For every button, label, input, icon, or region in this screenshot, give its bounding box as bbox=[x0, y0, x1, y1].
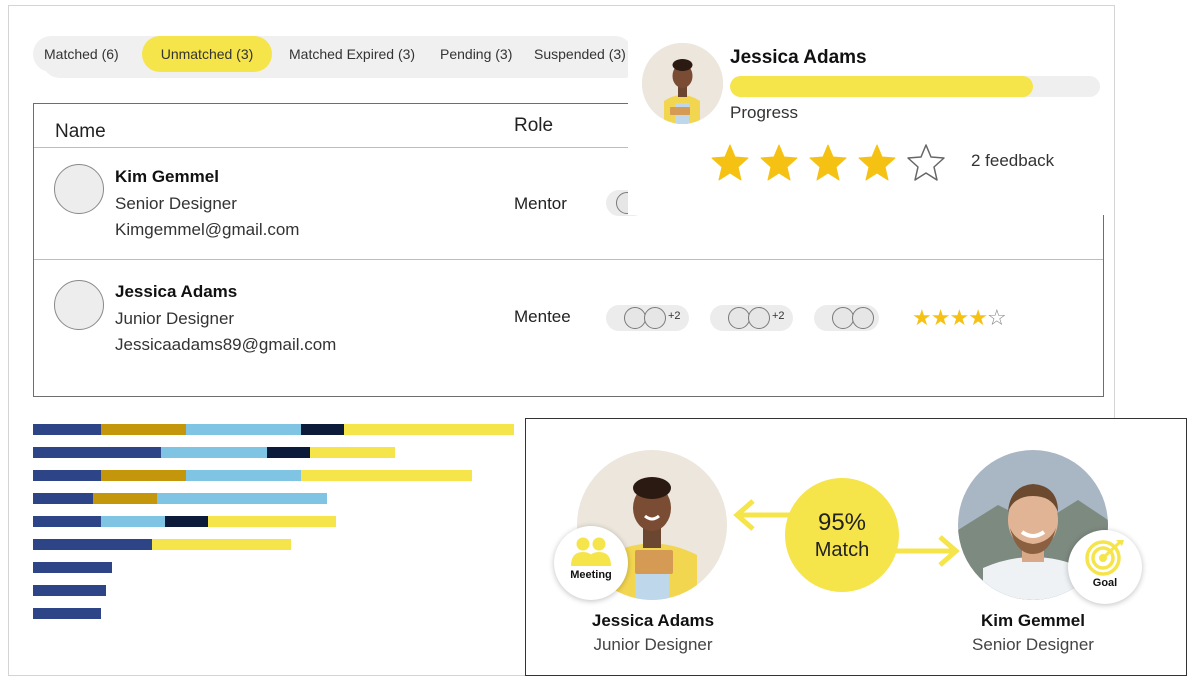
bar-segment bbox=[301, 470, 472, 481]
user-email: Jessicaadams89@gmail.com bbox=[115, 335, 337, 354]
target-icon bbox=[1085, 540, 1124, 576]
bar-segment bbox=[33, 424, 101, 435]
status-tab-bar: Matched (6) Unmatched (3) Matched Expire… bbox=[33, 36, 633, 72]
bar-segment bbox=[33, 493, 93, 504]
bar-segment bbox=[101, 516, 165, 527]
rating-stars: ★★★★☆ bbox=[912, 305, 1007, 331]
user-title: Senior Designer bbox=[115, 194, 237, 213]
mentor-name[interactable]: Kim Gemmel bbox=[933, 611, 1133, 631]
mentee-role: Junior Designer bbox=[593, 635, 713, 654]
bar-segment bbox=[186, 424, 301, 435]
star-filled-icon: ★ bbox=[912, 305, 932, 330]
match-percent: 95% bbox=[817, 509, 867, 536]
avatar-group[interactable]: +2 bbox=[606, 305, 689, 331]
match-label: Match bbox=[814, 539, 870, 561]
bar-segment bbox=[344, 424, 514, 435]
bar-segment bbox=[93, 493, 157, 504]
avatar bbox=[54, 280, 104, 330]
bar-segment bbox=[267, 447, 310, 458]
mini-avatar bbox=[832, 307, 854, 329]
bar-segment bbox=[161, 447, 267, 458]
bar-segment bbox=[186, 470, 301, 481]
profile-name: Jessica Adams bbox=[730, 47, 867, 68]
goal-label: Goal bbox=[1092, 577, 1118, 589]
bar-segment bbox=[33, 516, 101, 527]
user-role: Mentor bbox=[514, 194, 567, 213]
progress-bar bbox=[730, 76, 1100, 97]
bar-segment bbox=[33, 585, 106, 596]
bar-segment bbox=[33, 447, 161, 458]
bar-segment bbox=[101, 470, 186, 481]
profile-popup: Jessica Adams Progress 2 feedback bbox=[628, 33, 1112, 215]
star-filled-icon bbox=[858, 144, 896, 181]
bar-segment bbox=[310, 447, 395, 458]
arrow-right-icon bbox=[892, 535, 960, 567]
mini-avatar bbox=[852, 307, 874, 329]
bar-segment bbox=[33, 562, 112, 573]
user-name[interactable]: Jessica Adams bbox=[115, 282, 237, 302]
bar-segment bbox=[101, 424, 186, 435]
goal-badge[interactable]: Goal bbox=[1068, 530, 1142, 604]
user-role: Mentee bbox=[514, 307, 571, 326]
star-empty-icon: ☆ bbox=[986, 305, 1007, 330]
star-filled-icon bbox=[711, 144, 749, 181]
mini-avatar bbox=[644, 307, 666, 329]
mentee-name[interactable]: Jessica Adams bbox=[553, 611, 753, 631]
more-count: +2 bbox=[668, 310, 681, 322]
avatar-group[interactable]: +2 bbox=[710, 305, 793, 331]
user-name[interactable]: Kim Gemmel bbox=[115, 167, 219, 187]
tab-matched-expired[interactable]: Matched Expired (3) bbox=[289, 36, 415, 72]
tab-matched[interactable]: Matched (6) bbox=[44, 36, 119, 72]
tab-pending[interactable]: Pending (3) bbox=[440, 36, 512, 72]
mini-avatar bbox=[728, 307, 750, 329]
progress-label: Progress bbox=[730, 103, 799, 122]
mini-avatar bbox=[624, 307, 646, 329]
progress-fill bbox=[730, 76, 1034, 97]
star-filled-icon bbox=[760, 144, 798, 181]
avatar-group[interactable] bbox=[814, 305, 879, 331]
mini-avatar bbox=[748, 307, 770, 329]
profile-photo bbox=[642, 43, 723, 124]
meeting-label: Meeting bbox=[570, 569, 612, 581]
bar-segment bbox=[157, 493, 327, 504]
star-empty-icon bbox=[907, 144, 945, 181]
bar-segment bbox=[208, 516, 336, 527]
stacked-bar-chart bbox=[33, 424, 523, 624]
bar-segment bbox=[33, 470, 101, 481]
bar-segment bbox=[33, 539, 152, 550]
star-filled-icon: ★ bbox=[949, 305, 969, 330]
header-name: Name bbox=[55, 121, 106, 142]
mentor-role: Senior Designer bbox=[972, 635, 1094, 654]
bar-segment bbox=[152, 539, 291, 550]
user-title: Junior Designer bbox=[115, 309, 235, 328]
bar-segment bbox=[33, 608, 101, 619]
people-icon bbox=[571, 537, 611, 566]
more-count: +2 bbox=[772, 310, 785, 322]
star-filled-icon: ★ bbox=[968, 305, 988, 330]
star-filled-icon bbox=[809, 144, 847, 181]
match-score: 95% Match bbox=[785, 478, 899, 592]
feedback-count[interactable]: 2 feedback bbox=[971, 151, 1054, 171]
bar-segment bbox=[165, 516, 208, 527]
row-divider bbox=[34, 259, 1103, 260]
avatar bbox=[54, 164, 104, 214]
tab-suspended[interactable]: Suspended (3) bbox=[534, 36, 626, 72]
tab-unmatched[interactable]: Unmatched (3) bbox=[142, 36, 272, 72]
star-filled-icon: ★ bbox=[930, 305, 951, 330]
header-role: Role bbox=[514, 115, 554, 136]
user-email: Kimgemmel@gmail.com bbox=[115, 220, 300, 239]
match-card: Meeting 95% Match Goal Jessica Adams Jun… bbox=[525, 418, 1187, 676]
bar-segment bbox=[301, 424, 344, 435]
meeting-badge[interactable]: Meeting bbox=[554, 526, 628, 600]
